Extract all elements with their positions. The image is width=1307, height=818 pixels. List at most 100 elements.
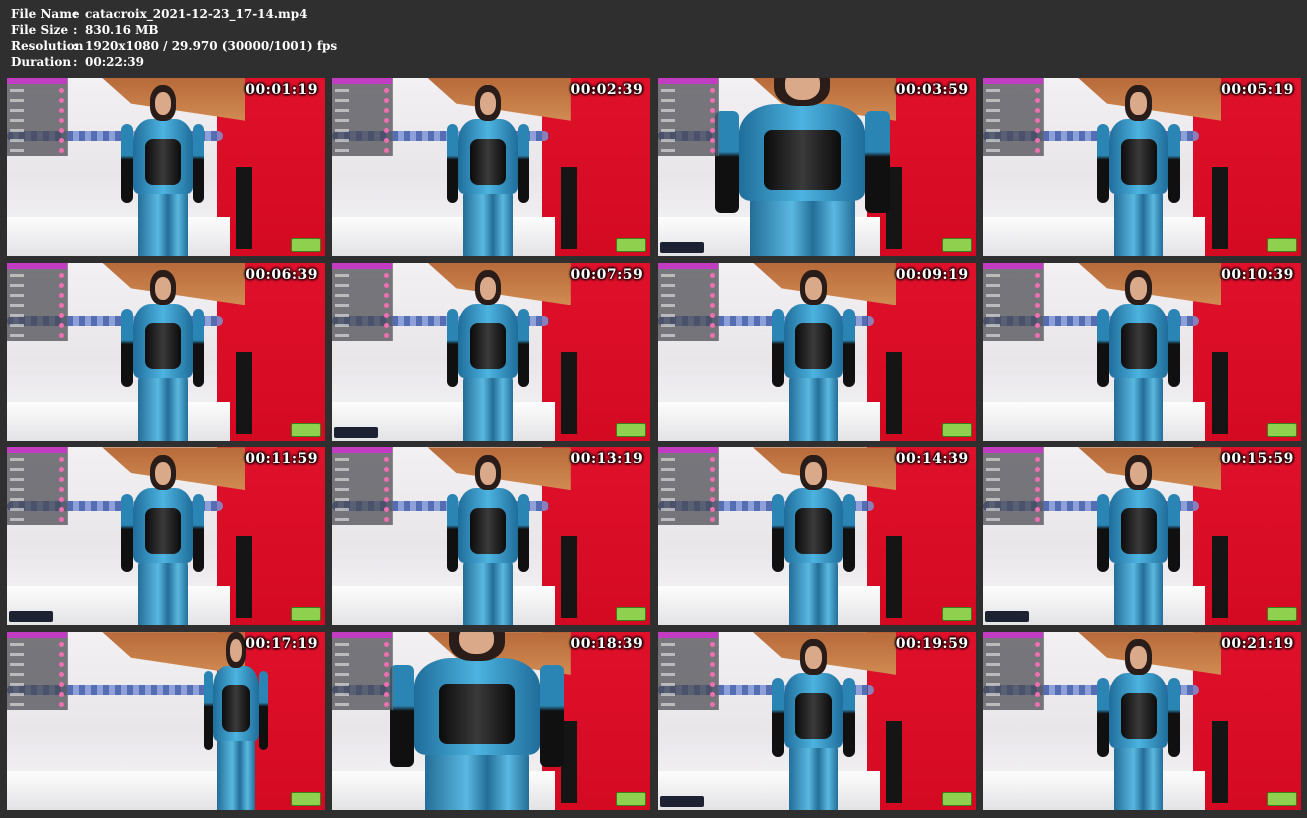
dmca-badge-icon [1266, 422, 1297, 437]
couch [7, 770, 230, 811]
thumbnail-timestamp: 00:01:19 [245, 82, 318, 98]
tip-menu-overlay [982, 632, 1044, 711]
video-thumbnail: 00:21:19 [982, 632, 1301, 811]
thumbnail-grid: 00:01:19 00:02:39 00:03:59 00:05:19 00:06:39… [7, 78, 1301, 812]
resolution-value: 1920x1080 / 29.970 (30000/1001) fps [85, 39, 338, 53]
dmca-badge-icon [1266, 607, 1297, 622]
dmca-badge-icon [291, 792, 321, 807]
person-figure [121, 269, 205, 441]
separator: : [73, 7, 78, 21]
file-size-label: File Size [11, 23, 69, 37]
tip-menu-overlay [332, 262, 394, 341]
shelf [886, 351, 903, 434]
file-info-header: File Name : catacroix_2021-12-23_17-14.m… [11, 6, 337, 70]
dmca-badge-icon [1266, 792, 1297, 807]
dmca-badge-icon [1266, 238, 1297, 252]
video-thumbnail: 00:01:19 [7, 78, 325, 256]
person-figure [121, 454, 205, 626]
shelf [561, 536, 578, 619]
social-handle-badge [334, 426, 379, 438]
video-thumbnail: 00:07:59 [332, 262, 651, 441]
person-figure [1097, 85, 1181, 256]
video-thumbnail: 00:02:39 [332, 78, 651, 256]
tip-menu-overlay [657, 632, 719, 711]
dmca-badge-icon [616, 422, 647, 437]
file-name-value: catacroix_2021-12-23_17-14.mp4 [85, 7, 308, 21]
person-figure [772, 454, 855, 626]
separator: : [73, 55, 78, 69]
person-figure [1097, 639, 1181, 811]
shelf [235, 351, 252, 434]
video-thumbnail: 00:15:59 [982, 447, 1301, 626]
shelf [561, 167, 578, 249]
video-thumbnail: 00:06:39 [7, 262, 325, 441]
person-figure [204, 632, 268, 811]
social-handle-badge [659, 242, 704, 253]
tip-menu-overlay [332, 632, 394, 711]
social-handle-badge [9, 611, 53, 623]
duration-row: Duration : 00:22:39 [11, 54, 337, 70]
duration-value: 00:22:39 [85, 55, 144, 69]
person-figure [389, 632, 565, 811]
video-thumbnail: 00:13:19 [332, 447, 651, 626]
thumbnail-timestamp: 00:07:59 [570, 266, 644, 283]
tip-menu-overlay [982, 262, 1044, 341]
file-size-row: File Size : 830.16 MB [11, 22, 337, 38]
thumbnail-timestamp: 00:13:19 [570, 451, 644, 468]
dmca-badge-icon [941, 792, 972, 807]
shelf [235, 536, 252, 619]
video-thumbnail: 00:05:19 [982, 78, 1301, 256]
thumbnail-timestamp: 00:11:59 [245, 451, 318, 468]
file-name-row: File Name : catacroix_2021-12-23_17-14.m… [11, 6, 337, 22]
shelf [886, 721, 903, 803]
tip-menu-overlay [982, 78, 1044, 156]
person-figure [446, 85, 530, 256]
video-thumbnail: 00:18:39 [332, 632, 651, 811]
dmca-badge-icon [291, 422, 321, 437]
dmca-badge-icon [616, 607, 647, 622]
video-thumbnail: 00:11:59 [7, 447, 325, 626]
file-size-value: 830.16 MB [85, 23, 159, 37]
shelf [561, 351, 578, 434]
resolution-row: Resolution : 1920x1080 / 29.970 (30000/1… [11, 38, 337, 54]
person-figure [446, 454, 530, 626]
tip-menu-overlay [657, 78, 719, 156]
person-figure [121, 85, 205, 256]
dmca-badge-icon [616, 792, 647, 807]
thumbnail-timestamp: 00:17:19 [245, 636, 318, 653]
thumbnail-timestamp: 00:14:39 [895, 451, 969, 468]
duration-label: Duration [11, 55, 72, 69]
person-figure [714, 78, 890, 256]
dmca-badge-icon [291, 238, 321, 252]
thumbnail-timestamp: 00:03:59 [895, 82, 969, 98]
social-handle-badge [984, 611, 1029, 623]
shelf [1211, 536, 1228, 619]
separator: : [73, 23, 78, 37]
file-name-label: File Name [11, 7, 80, 21]
person-figure [1097, 269, 1181, 441]
dmca-badge-icon [941, 422, 972, 437]
video-thumbnail: 00:10:39 [982, 262, 1301, 441]
thumbnail-timestamp: 00:21:19 [1221, 636, 1294, 653]
video-thumbnail: 00:19:59 [657, 632, 976, 811]
tip-menu-overlay [332, 78, 394, 156]
person-figure [1097, 454, 1181, 626]
tip-menu-overlay [657, 447, 719, 526]
separator: : [73, 39, 78, 53]
thumbnail-timestamp: 00:05:19 [1221, 82, 1294, 98]
tip-menu-overlay [332, 447, 394, 526]
social-handle-badge [659, 796, 704, 808]
tip-menu-overlay [657, 262, 719, 341]
person-figure [772, 269, 855, 441]
video-thumbnail: 00:09:19 [657, 262, 976, 441]
tip-menu-overlay [7, 632, 68, 711]
resolution-label: Resolution [11, 39, 84, 53]
dmca-badge-icon [941, 607, 972, 622]
thumbnail-timestamp: 00:06:39 [245, 266, 318, 283]
dmca-badge-icon [291, 607, 321, 622]
tip-menu-overlay [7, 78, 68, 156]
dmca-badge-icon [616, 238, 647, 252]
thumbnail-timestamp: 00:09:19 [895, 266, 969, 283]
tip-menu-overlay [982, 447, 1044, 526]
shelf [1211, 721, 1228, 803]
